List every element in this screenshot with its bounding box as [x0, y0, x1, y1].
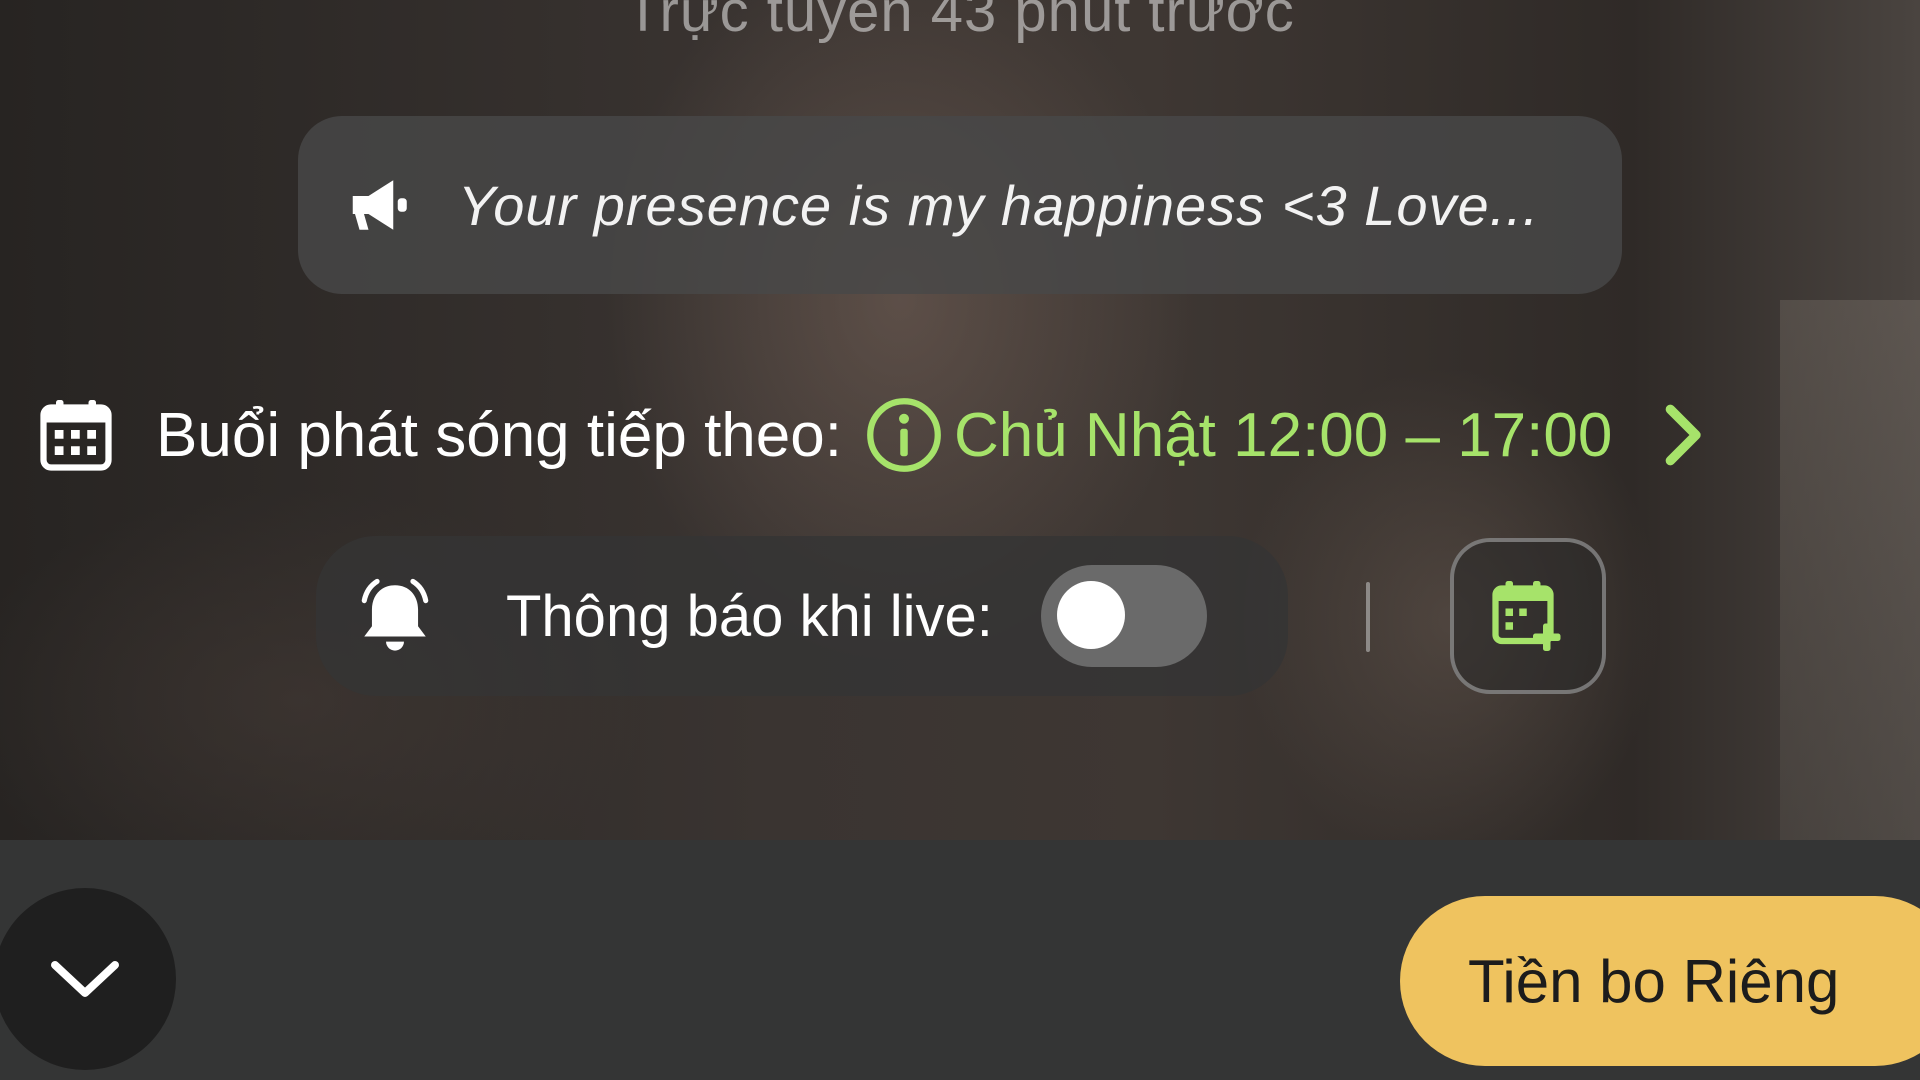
live-notification-control: Thông báo khi live: — [316, 536, 1288, 696]
add-to-calendar-button[interactable] — [1450, 538, 1606, 694]
calendar-plus-icon — [1492, 581, 1561, 651]
next-broadcast-label: Buổi phát sóng tiếp theo: — [156, 400, 842, 470]
collapse-button[interactable] — [0, 888, 176, 1070]
live-profile-screen: Trực tuyến 43 phút trước Your presence i… — [0, 0, 1920, 1080]
live-notification-label: Thông báo khi live: — [506, 583, 993, 649]
info-icon[interactable] — [864, 395, 944, 475]
online-status-text: Trực tuyến 43 phút trước — [625, 0, 1295, 44]
toggle-knob — [1056, 581, 1125, 649]
chevron-down-icon — [51, 961, 119, 997]
chevron-right-icon[interactable] — [1652, 400, 1712, 470]
megaphone-icon — [352, 180, 407, 230]
private-tip-label: Tiền bo Riêng — [1468, 947, 1840, 1015]
bell-icon — [361, 578, 429, 651]
divider — [1366, 582, 1370, 652]
announcement-text: Your presence is my happiness <3 Love... — [458, 173, 1540, 237]
live-notification-toggle[interactable] — [1040, 565, 1207, 667]
announcement-banner[interactable]: Your presence is my happiness <3 Love... — [298, 116, 1622, 294]
next-broadcast-time: Chủ Nhật 12:00 – 17:00 — [953, 400, 1613, 470]
private-tip-button[interactable]: Tiền bo Riêng — [1400, 896, 1920, 1066]
next-broadcast-row[interactable]: Buổi phát sóng tiếp theo: Chủ Nhật 12:00… — [36, 390, 1856, 480]
calendar-icon — [40, 400, 112, 471]
